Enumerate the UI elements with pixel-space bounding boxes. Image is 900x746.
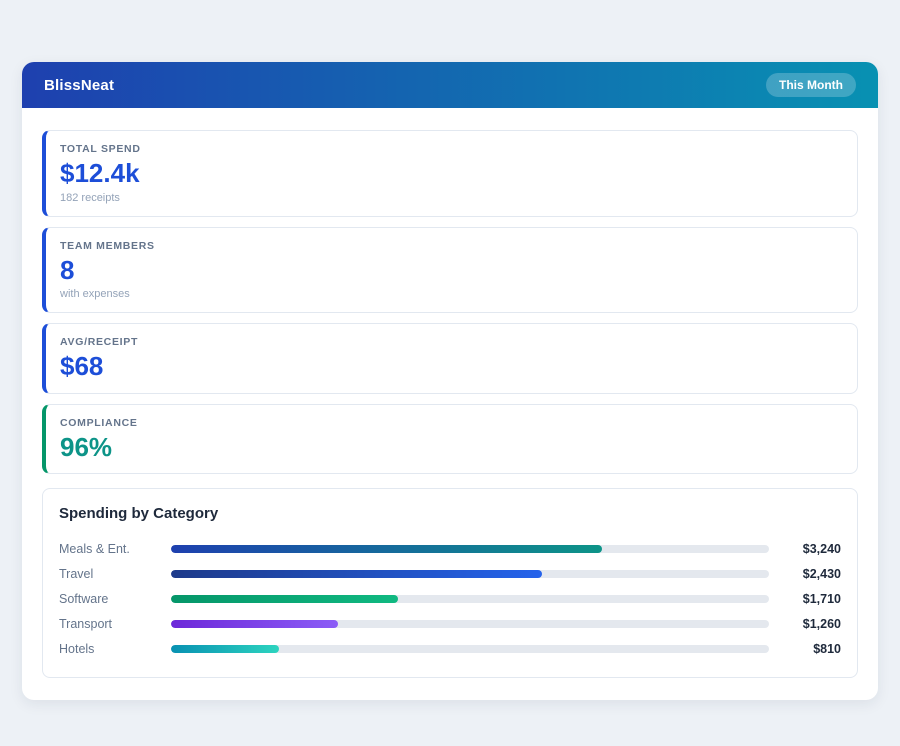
progress-track (171, 595, 769, 603)
stat-card-team-members: TEAM MEMBERS 8 with expenses (42, 227, 858, 314)
progress-track (171, 570, 769, 578)
app-header: BlissNeat This Month (22, 62, 878, 108)
category-row-transport: Transport $1,260 (59, 611, 841, 636)
page-background: BlissNeat This Month TOTAL SPEND $12.4k … (0, 0, 900, 746)
spending-by-category-card: Spending by Category Meals & Ent. $3,240… (42, 488, 858, 678)
stat-value: 96% (60, 433, 841, 462)
section-title: Spending by Category (59, 505, 841, 522)
category-row-travel: Travel $2,430 (59, 561, 841, 586)
category-value: $2,430 (779, 567, 841, 581)
stat-value: $12.4k (60, 159, 841, 188)
category-value: $1,710 (779, 592, 841, 606)
progress-fill (171, 545, 602, 553)
stat-label: AVG/RECEIPT (60, 336, 841, 348)
category-value: $3,240 (779, 542, 841, 556)
stat-value: $68 (60, 352, 841, 381)
stat-label: COMPLIANCE (60, 417, 841, 429)
category-row-meals: Meals & Ent. $3,240 (59, 536, 841, 561)
category-label: Transport (59, 617, 171, 631)
stat-card-compliance: COMPLIANCE 96% (42, 404, 858, 475)
progress-track (171, 545, 769, 553)
progress-fill (171, 570, 542, 578)
progress-track (171, 620, 769, 628)
progress-fill (171, 645, 279, 653)
category-label: Software (59, 592, 171, 606)
stat-value: 8 (60, 256, 841, 285)
progress-fill (171, 595, 398, 603)
progress-fill (171, 620, 338, 628)
category-label: Hotels (59, 642, 171, 656)
stat-card-avg-receipt: AVG/RECEIPT $68 (42, 323, 858, 394)
stat-subtext: 182 receipts (60, 192, 841, 204)
category-value: $810 (779, 642, 841, 656)
category-value: $1,260 (779, 617, 841, 631)
category-label: Travel (59, 567, 171, 581)
app-title: BlissNeat (44, 77, 114, 94)
stat-subtext: with expenses (60, 288, 841, 300)
period-badge[interactable]: This Month (766, 73, 856, 97)
stat-label: TEAM MEMBERS (60, 240, 841, 252)
dashboard-card: BlissNeat This Month TOTAL SPEND $12.4k … (22, 62, 878, 700)
category-label: Meals & Ent. (59, 542, 171, 556)
progress-track (171, 645, 769, 653)
category-row-hotels: Hotels $810 (59, 636, 841, 661)
stat-label: TOTAL SPEND (60, 143, 841, 155)
category-row-software: Software $1,710 (59, 586, 841, 611)
card-body: TOTAL SPEND $12.4k 182 receipts TEAM MEM… (22, 108, 878, 700)
stat-card-total-spend: TOTAL SPEND $12.4k 182 receipts (42, 130, 858, 217)
